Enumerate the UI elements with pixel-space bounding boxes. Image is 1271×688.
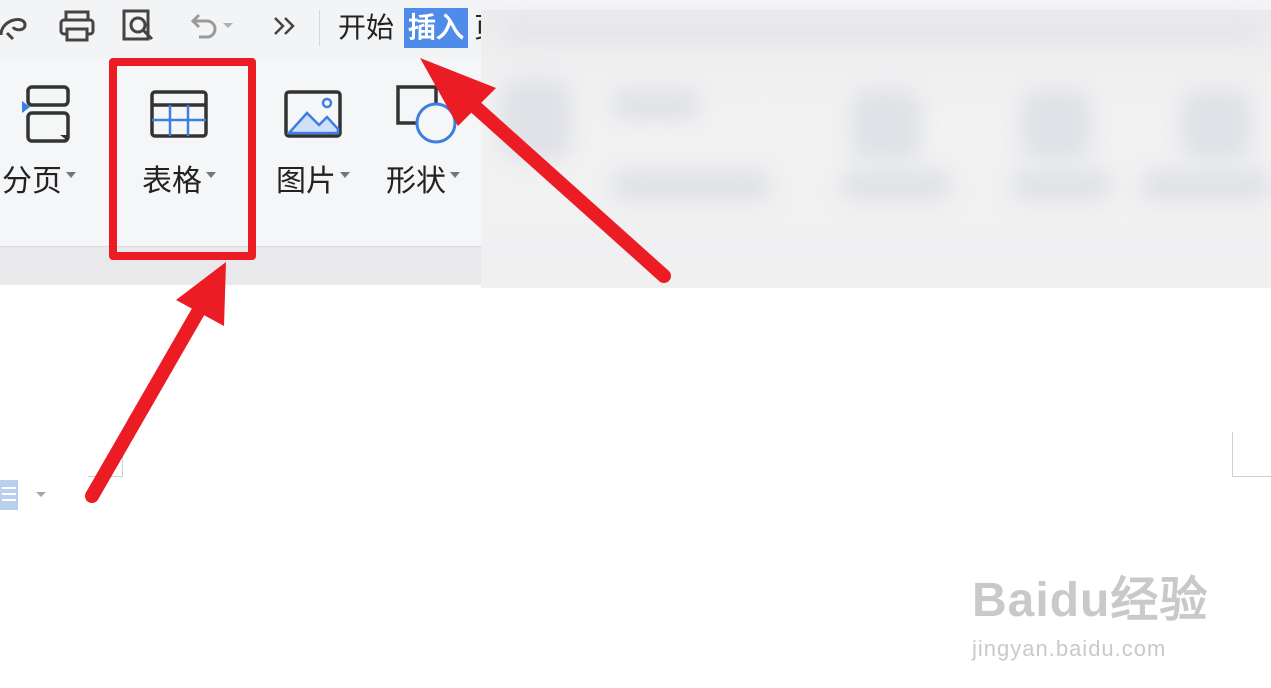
annotation-arrow-to-table-button <box>85 262 226 503</box>
watermark-brand: Baidu经验 <box>972 574 1209 627</box>
annotation-arrow-to-insert-tab <box>420 58 671 283</box>
watermark-url: jingyan.baidu.com <box>972 636 1167 661</box>
baidu-watermark: Baidu经验 jingyan.baidu.com <box>972 560 1208 662</box>
